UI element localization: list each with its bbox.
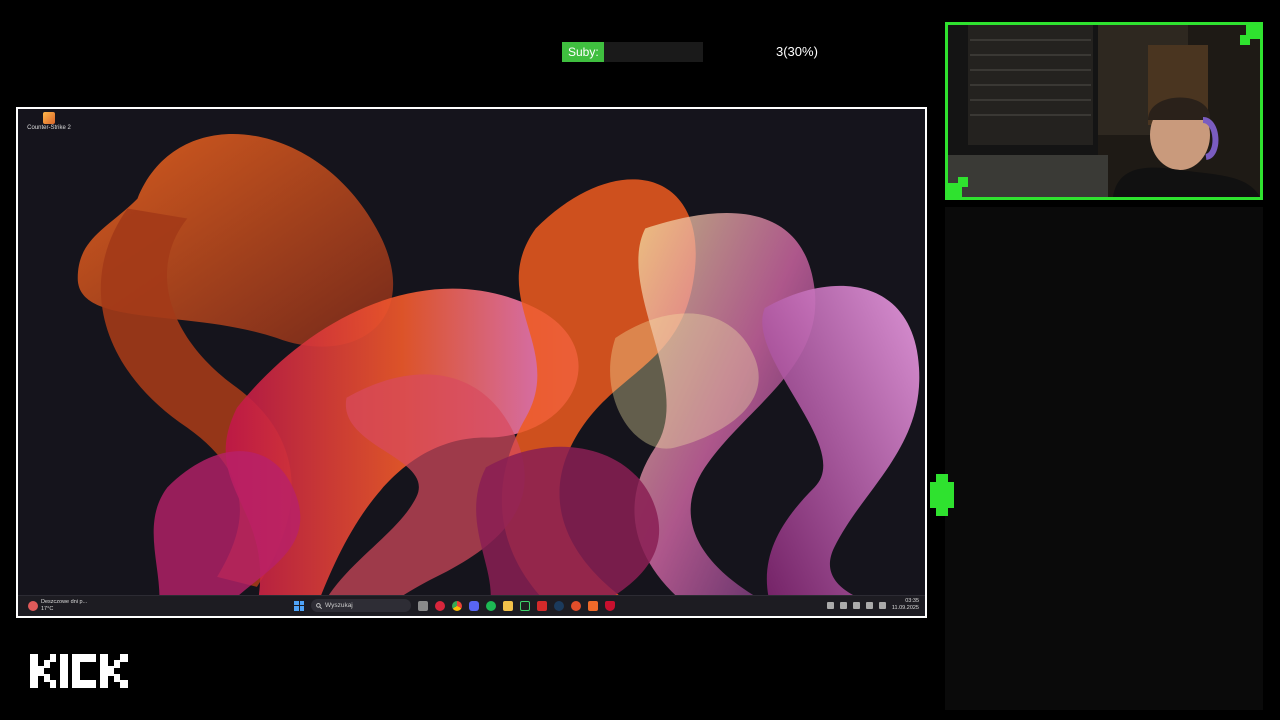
shield-icon[interactable] xyxy=(605,600,615,611)
clock-date: 11.09.2025 xyxy=(891,605,919,611)
weather-temp: 17°C xyxy=(41,606,54,612)
kick-app-icon[interactable] xyxy=(520,600,530,611)
chat-panel xyxy=(945,207,1263,710)
obs-icon[interactable] xyxy=(571,600,581,611)
webcam-overlay xyxy=(945,22,1263,200)
screen-capture: Counter-Strike 2 Deszczowe dni p... 17°C… xyxy=(16,107,927,618)
discord-icon[interactable] xyxy=(469,600,479,611)
clock-time: 03:35 xyxy=(905,598,919,604)
file-explorer-icon[interactable] xyxy=(503,600,513,611)
taskbar-search-input[interactable]: Wyszukaj xyxy=(311,599,411,612)
weather-icon xyxy=(28,601,38,611)
subs-goal-count: 3(30%) xyxy=(776,44,818,59)
search-placeholder: Wyszukaj xyxy=(325,602,353,609)
desktop-icon-counter-strike-2[interactable]: Counter-Strike 2 xyxy=(24,112,74,131)
volume-icon[interactable] xyxy=(878,601,886,609)
subs-goal-label: Suby: xyxy=(568,45,599,59)
media-player-icon[interactable] xyxy=(537,600,547,611)
network-icon[interactable] xyxy=(865,601,873,609)
chevron-up-icon[interactable] xyxy=(826,601,834,609)
weather-text: Deszczowe dni p... xyxy=(41,599,88,605)
search-icon xyxy=(316,602,322,609)
opera-icon[interactable] xyxy=(435,600,445,611)
kick-logo xyxy=(30,654,128,688)
webcam-feed xyxy=(948,25,1260,197)
desktop-wallpaper xyxy=(18,109,925,616)
side-tab-icon xyxy=(930,474,954,516)
weather-widget[interactable]: Deszczowe dni p... 17°C xyxy=(28,599,87,613)
taskbar: Deszczowe dni p... 17°C Wyszukaj 03:35 1… xyxy=(18,595,925,616)
spotify-icon[interactable] xyxy=(486,600,496,611)
app-icon[interactable] xyxy=(588,600,598,611)
taskbar-clock[interactable]: 03:35 11.09.2025 xyxy=(892,598,919,612)
steam-icon[interactable] xyxy=(554,600,564,611)
task-view-icon[interactable] xyxy=(418,600,428,611)
subs-goal-bar: Suby: xyxy=(562,42,703,62)
speaker-icon[interactable] xyxy=(839,601,847,609)
microphone-icon[interactable] xyxy=(852,601,860,609)
windows-start-icon[interactable] xyxy=(294,600,304,611)
chrome-icon[interactable] xyxy=(452,600,462,611)
desktop-icon-label: Counter-Strike 2 xyxy=(27,125,71,131)
counter-strike-icon xyxy=(43,112,55,124)
